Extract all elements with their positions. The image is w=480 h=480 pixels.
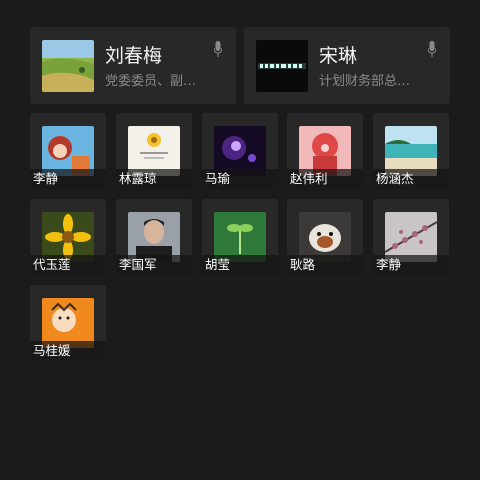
contact-name: 李国军 bbox=[116, 255, 192, 275]
contact-title: 计划财务部总… bbox=[319, 74, 411, 89]
contact-name: 李静 bbox=[30, 169, 106, 189]
contact-name: 林露琼 bbox=[116, 169, 192, 189]
favorite-contact-card[interactable]: 宋琳 计划财务部总… bbox=[244, 27, 450, 104]
microphone-icon[interactable] bbox=[214, 41, 222, 57]
favorite-contact-card[interactable]: 刘春梅 党委委员、副… bbox=[30, 27, 236, 104]
contact-name: 马桂媛 bbox=[30, 341, 106, 361]
contact-name: 胡莹 bbox=[202, 255, 278, 275]
contact-tile[interactable]: 赵伟利 bbox=[287, 113, 363, 189]
contact-name: 宋琳 bbox=[319, 45, 358, 67]
grassland-photo bbox=[42, 40, 94, 92]
contact-name: 赵伟利 bbox=[287, 169, 363, 189]
contact-name: 杨涵杰 bbox=[373, 169, 449, 189]
contact-tile[interactable]: 李静 bbox=[30, 113, 106, 189]
contact-name: 代玉莲 bbox=[30, 255, 106, 275]
contact-title: 党委委员、副… bbox=[105, 74, 197, 89]
contact-tile[interactable]: 代玉莲 bbox=[30, 199, 106, 275]
contact-tile[interactable]: 马瑜 bbox=[202, 113, 278, 189]
contact-tile[interactable]: 李静 bbox=[373, 199, 449, 275]
contact-name: 耿路 bbox=[287, 255, 363, 275]
contact-tile[interactable]: 李国军 bbox=[116, 199, 192, 275]
contact-name: 刘春梅 bbox=[105, 45, 163, 67]
contact-name: 马瑜 bbox=[202, 169, 278, 189]
contact-tile[interactable]: 林露琼 bbox=[116, 113, 192, 189]
contact-tile[interactable]: 耿路 bbox=[287, 199, 363, 275]
contact-tile[interactable]: 杨涵杰 bbox=[373, 113, 449, 189]
microphone-icon[interactable] bbox=[428, 41, 436, 57]
contact-tile[interactable]: 马桂媛 bbox=[30, 285, 106, 361]
dark-banner-photo bbox=[256, 40, 308, 92]
contact-name: 李静 bbox=[373, 255, 449, 275]
contact-tile[interactable]: 胡莹 bbox=[202, 199, 278, 275]
